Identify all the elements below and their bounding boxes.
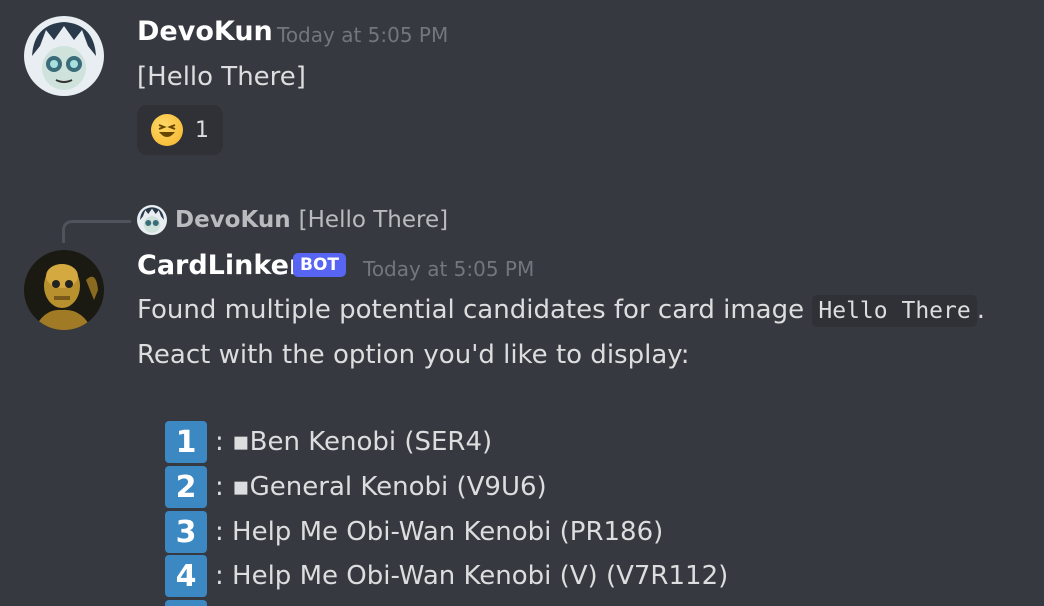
option-row: 4 : Help Me Obi-Wan Kenobi (V) (V7R112) (165, 555, 728, 597)
line1-suffix: . (976, 295, 985, 325)
option-row: 1 : ▪Ben Kenobi (SER4) (165, 421, 492, 463)
message-line-2: React with the option you'd like to disp… (137, 340, 690, 370)
reaction-button[interactable]: 1 (137, 105, 223, 155)
line1-prefix: Found multiple potential candidates for … (137, 295, 813, 325)
option-row: 2 : ▪General Kenobi (V9U6) (165, 466, 547, 508)
reply-author: DevoKun (175, 207, 291, 233)
option-text: : ▪Ben Kenobi (SER4) (215, 427, 493, 457)
timestamp: Today at 5:05 PM (277, 23, 449, 47)
username[interactable]: CardLinker (137, 250, 302, 281)
option-row: 3 : Help Me Obi-Wan Kenobi (PR186) (165, 511, 663, 553)
timestamp: Today at 5:05 PM (363, 257, 535, 281)
reply-text: [Hello There] (298, 207, 449, 233)
keycap-1-icon: 1 (165, 421, 207, 463)
keycap-4-icon: 4 (165, 555, 207, 597)
reply-reference[interactable]: DevoKun [Hello There] (137, 205, 448, 235)
option-text: : Help Me Obi-Wan Kenobi (V) (V7R112) (215, 561, 729, 591)
option-text: : Help Me Obi-Wan Kenobi (PR186) (215, 517, 664, 547)
message-content: [Hello There] (137, 62, 306, 92)
keycap-partial-icon (165, 600, 207, 606)
message-line-1: Found multiple potential candidates for … (137, 295, 985, 327)
card-code: Hello There (812, 295, 977, 327)
reaction-count: 1 (195, 117, 209, 143)
avatar-cardlinker[interactable] (24, 250, 104, 330)
reply-avatar (137, 205, 167, 235)
reply-connector (62, 220, 131, 243)
keycap-2-icon: 2 (165, 466, 207, 508)
username[interactable]: DevoKun (137, 16, 273, 47)
option-text: : ▪General Kenobi (V9U6) (215, 472, 547, 502)
keycap-3-icon: 3 (165, 511, 207, 553)
avatar-devokun[interactable] (24, 16, 104, 96)
laughing-emoji-icon (151, 114, 183, 146)
bot-badge: BOT (293, 253, 347, 277)
